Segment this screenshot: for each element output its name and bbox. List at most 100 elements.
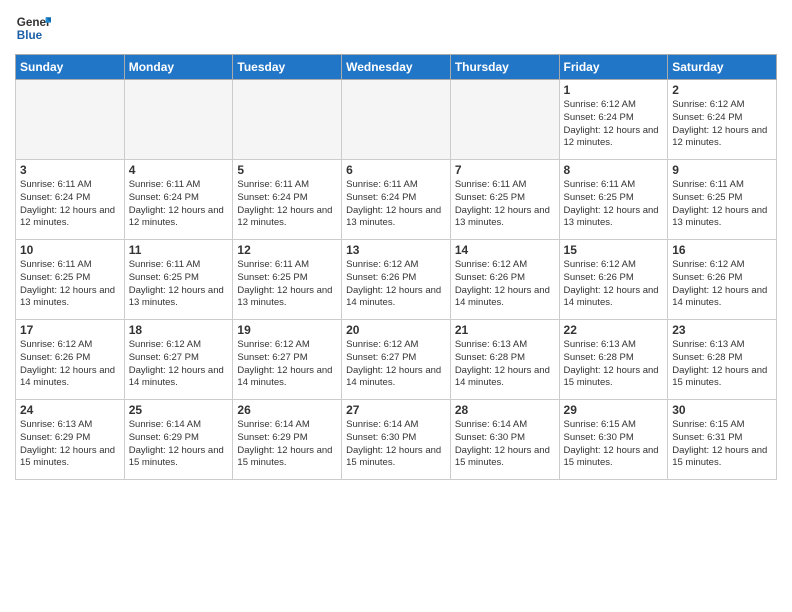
day-number: 23 bbox=[672, 323, 772, 337]
day-info: Sunrise: 6:14 AM Sunset: 6:30 PM Dayligh… bbox=[346, 419, 446, 470]
day-info: Sunrise: 6:11 AM Sunset: 6:25 PM Dayligh… bbox=[237, 259, 337, 310]
calendar-cell: 7Sunrise: 6:11 AM Sunset: 6:25 PM Daylig… bbox=[450, 160, 559, 240]
day-number: 1 bbox=[564, 83, 664, 97]
day-number: 30 bbox=[672, 403, 772, 417]
calendar-cell: 24 Sunrise: 6:13 AM Sunset: 6:29 PM Dayli… bbox=[16, 400, 125, 480]
calendar-cell: 26 Sunrise: 6:14 AM Sunset: 6:29 PM Dayli… bbox=[233, 400, 342, 480]
day-info: Sunrise: 6:12 AM Sunset: 6:27 PM Dayligh… bbox=[346, 339, 446, 390]
day-of-week-header: Tuesday bbox=[233, 55, 342, 80]
day-number: 22 bbox=[564, 323, 664, 337]
calendar-cell: 1 Sunrise: 6:12 AM Sunset: 6:24 PM Daylig… bbox=[559, 80, 668, 160]
calendar-cell bbox=[342, 80, 451, 160]
day-info: Sunrise: 6:13 AM Sunset: 6:28 PM Dayligh… bbox=[455, 339, 555, 390]
day-number: 17 bbox=[20, 323, 120, 337]
day-number: 2 bbox=[672, 83, 772, 97]
calendar-cell bbox=[233, 80, 342, 160]
day-info: Sunrise: 6:15 AM Sunset: 6:30 PM Dayligh… bbox=[564, 419, 664, 470]
day-info: Sunrise: 6:12 AM Sunset: 6:24 PM Dayligh… bbox=[672, 99, 772, 150]
day-number: 10 bbox=[20, 243, 120, 257]
day-number: 6 bbox=[346, 163, 446, 177]
calendar-week-row: 10 Sunrise: 6:11 AM Sunset: 6:25 PM Dayli… bbox=[16, 240, 777, 320]
day-info: Sunrise: 6:15 AM Sunset: 6:31 PM Dayligh… bbox=[672, 419, 772, 470]
calendar-cell: 16 Sunrise: 6:12 AM Sunset: 6:26 PM Dayli… bbox=[668, 240, 777, 320]
day-info: Sunrise: 6:11 AM Sunset: 6:24 PM Dayligh… bbox=[129, 179, 229, 230]
calendar-week-row: 1 Sunrise: 6:12 AM Sunset: 6:24 PM Daylig… bbox=[16, 80, 777, 160]
calendar-cell: 10 Sunrise: 6:11 AM Sunset: 6:25 PM Dayli… bbox=[16, 240, 125, 320]
calendar-cell: 3Sunrise: 6:11 AM Sunset: 6:24 PM Daylig… bbox=[16, 160, 125, 240]
day-of-week-header: Saturday bbox=[668, 55, 777, 80]
day-info: Sunrise: 6:11 AM Sunset: 6:24 PM Dayligh… bbox=[237, 179, 337, 230]
calendar-cell: 9 Sunrise: 6:11 AM Sunset: 6:25 PM Daylig… bbox=[668, 160, 777, 240]
calendar-cell: 25Sunrise: 6:14 AM Sunset: 6:29 PM Dayli… bbox=[124, 400, 233, 480]
calendar-cell: 21Sunrise: 6:13 AM Sunset: 6:28 PM Dayli… bbox=[450, 320, 559, 400]
day-of-week-header: Monday bbox=[124, 55, 233, 80]
day-info: Sunrise: 6:12 AM Sunset: 6:24 PM Dayligh… bbox=[564, 99, 664, 150]
day-info: Sunrise: 6:12 AM Sunset: 6:26 PM Dayligh… bbox=[564, 259, 664, 310]
day-number: 29 bbox=[564, 403, 664, 417]
day-info: Sunrise: 6:11 AM Sunset: 6:25 PM Dayligh… bbox=[129, 259, 229, 310]
day-info: Sunrise: 6:14 AM Sunset: 6:29 PM Dayligh… bbox=[237, 419, 337, 470]
calendar-cell: 13 Sunrise: 6:12 AM Sunset: 6:26 PM Dayli… bbox=[342, 240, 451, 320]
day-of-week-header: Wednesday bbox=[342, 55, 451, 80]
calendar-cell: 27Sunrise: 6:14 AM Sunset: 6:30 PM Dayli… bbox=[342, 400, 451, 480]
calendar-cell: 22 Sunrise: 6:13 AM Sunset: 6:28 PM Dayli… bbox=[559, 320, 668, 400]
day-number: 24 bbox=[20, 403, 120, 417]
day-number: 14 bbox=[455, 243, 555, 257]
day-info: Sunrise: 6:13 AM Sunset: 6:28 PM Dayligh… bbox=[564, 339, 664, 390]
calendar-cell bbox=[16, 80, 125, 160]
day-info: Sunrise: 6:12 AM Sunset: 6:27 PM Dayligh… bbox=[129, 339, 229, 390]
day-info: Sunrise: 6:12 AM Sunset: 6:26 PM Dayligh… bbox=[455, 259, 555, 310]
day-number: 15 bbox=[564, 243, 664, 257]
calendar-cell: 2 Sunrise: 6:12 AM Sunset: 6:24 PM Daylig… bbox=[668, 80, 777, 160]
calendar-cell: 6 Sunrise: 6:11 AM Sunset: 6:24 PM Daylig… bbox=[342, 160, 451, 240]
day-number: 12 bbox=[237, 243, 337, 257]
logo-icon: General Blue bbox=[15, 10, 51, 46]
day-number: 28 bbox=[455, 403, 555, 417]
calendar-cell: 19Sunrise: 6:12 AM Sunset: 6:27 PM Dayli… bbox=[233, 320, 342, 400]
day-number: 5 bbox=[237, 163, 337, 177]
day-number: 26 bbox=[237, 403, 337, 417]
calendar-cell: 4Sunrise: 6:11 AM Sunset: 6:24 PM Daylig… bbox=[124, 160, 233, 240]
day-info: Sunrise: 6:11 AM Sunset: 6:25 PM Dayligh… bbox=[564, 179, 664, 230]
day-info: Sunrise: 6:11 AM Sunset: 6:24 PM Dayligh… bbox=[346, 179, 446, 230]
calendar-cell: 5 Sunrise: 6:11 AM Sunset: 6:24 PM Daylig… bbox=[233, 160, 342, 240]
day-of-week-header: Sunday bbox=[16, 55, 125, 80]
calendar-cell: 28Sunrise: 6:14 AM Sunset: 6:30 PM Dayli… bbox=[450, 400, 559, 480]
calendar-cell: 8 Sunrise: 6:11 AM Sunset: 6:25 PM Daylig… bbox=[559, 160, 668, 240]
day-of-week-header: Friday bbox=[559, 55, 668, 80]
day-info: Sunrise: 6:12 AM Sunset: 6:26 PM Dayligh… bbox=[672, 259, 772, 310]
day-info: Sunrise: 6:12 AM Sunset: 6:26 PM Dayligh… bbox=[346, 259, 446, 310]
calendar-header-row: SundayMondayTuesdayWednesdayThursdayFrid… bbox=[16, 55, 777, 80]
day-number: 8 bbox=[564, 163, 664, 177]
day-info: Sunrise: 6:11 AM Sunset: 6:25 PM Dayligh… bbox=[20, 259, 120, 310]
calendar-cell: 29 Sunrise: 6:15 AM Sunset: 6:30 PM Dayli… bbox=[559, 400, 668, 480]
day-number: 9 bbox=[672, 163, 772, 177]
calendar-cell: 30 Sunrise: 6:15 AM Sunset: 6:31 PM Dayli… bbox=[668, 400, 777, 480]
calendar-cell: 23Sunrise: 6:13 AM Sunset: 6:28 PM Dayli… bbox=[668, 320, 777, 400]
day-info: Sunrise: 6:11 AM Sunset: 6:24 PM Dayligh… bbox=[20, 179, 120, 230]
calendar: SundayMondayTuesdayWednesdayThursdayFrid… bbox=[15, 54, 777, 480]
day-number: 11 bbox=[129, 243, 229, 257]
day-info: Sunrise: 6:12 AM Sunset: 6:26 PM Dayligh… bbox=[20, 339, 120, 390]
calendar-cell: 20 Sunrise: 6:12 AM Sunset: 6:27 PM Dayli… bbox=[342, 320, 451, 400]
day-number: 16 bbox=[672, 243, 772, 257]
day-number: 18 bbox=[129, 323, 229, 337]
day-info: Sunrise: 6:11 AM Sunset: 6:25 PM Dayligh… bbox=[672, 179, 772, 230]
page-header: General Blue bbox=[15, 10, 777, 46]
calendar-cell: 15 Sunrise: 6:12 AM Sunset: 6:26 PM Dayli… bbox=[559, 240, 668, 320]
calendar-cell: 11 Sunrise: 6:11 AM Sunset: 6:25 PM Dayli… bbox=[124, 240, 233, 320]
calendar-cell bbox=[124, 80, 233, 160]
calendar-cell: 14 Sunrise: 6:12 AM Sunset: 6:26 PM Dayli… bbox=[450, 240, 559, 320]
calendar-cell: 17 Sunrise: 6:12 AM Sunset: 6:26 PM Dayli… bbox=[16, 320, 125, 400]
day-info: Sunrise: 6:13 AM Sunset: 6:29 PM Dayligh… bbox=[20, 419, 120, 470]
day-number: 19 bbox=[237, 323, 337, 337]
calendar-cell: 18 Sunrise: 6:12 AM Sunset: 6:27 PM Dayli… bbox=[124, 320, 233, 400]
logo: General Blue bbox=[15, 10, 51, 46]
day-info: Sunrise: 6:14 AM Sunset: 6:29 PM Dayligh… bbox=[129, 419, 229, 470]
day-number: 20 bbox=[346, 323, 446, 337]
day-of-week-header: Thursday bbox=[450, 55, 559, 80]
day-number: 13 bbox=[346, 243, 446, 257]
calendar-week-row: 17 Sunrise: 6:12 AM Sunset: 6:26 PM Dayli… bbox=[16, 320, 777, 400]
calendar-cell bbox=[450, 80, 559, 160]
calendar-week-row: 24 Sunrise: 6:13 AM Sunset: 6:29 PM Dayli… bbox=[16, 400, 777, 480]
